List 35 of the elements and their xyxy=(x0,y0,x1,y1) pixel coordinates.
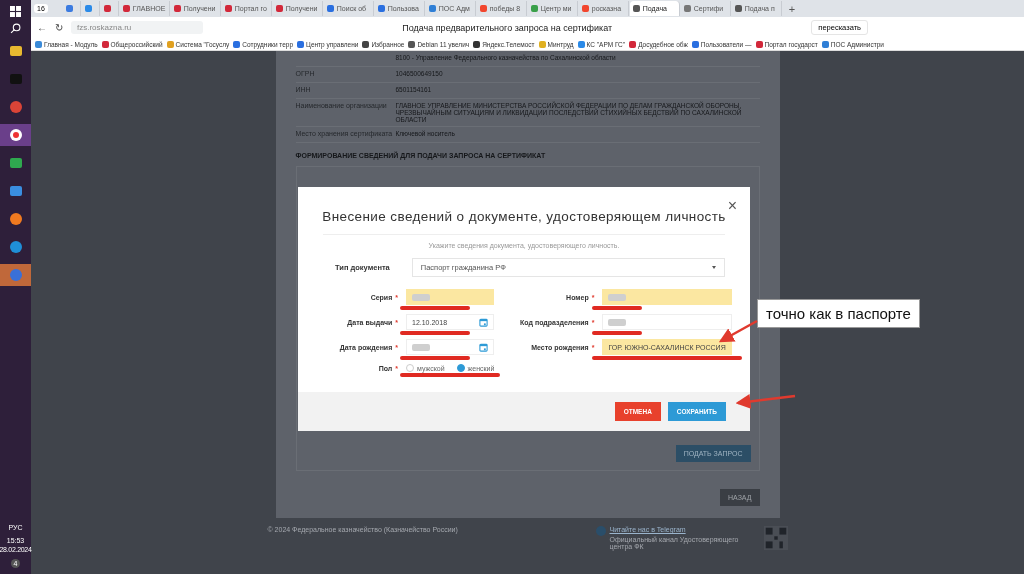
folder-icon xyxy=(8,44,23,58)
highlight-mark xyxy=(400,331,470,335)
start-icon[interactable] xyxy=(10,6,21,17)
dialog-title: Внесение сведений о документе, удостоверяющем личность xyxy=(322,209,726,224)
annotation-arrow xyxy=(718,319,758,343)
app-icon xyxy=(8,100,23,114)
input-field[interactable] xyxy=(406,289,495,305)
calendar-icon[interactable] xyxy=(479,342,489,352)
qr-code-icon xyxy=(763,526,788,550)
input-field[interactable] xyxy=(602,289,732,305)
calendar-icon[interactable] xyxy=(479,317,489,327)
highlight-mark xyxy=(400,356,470,360)
back-button[interactable]: ← xyxy=(37,22,47,33)
reload-button[interactable]: ↻ xyxy=(55,22,63,33)
app-icon xyxy=(8,240,23,254)
app-icon xyxy=(8,128,23,142)
terminal-icon xyxy=(8,72,23,86)
caret-icon xyxy=(712,266,716,269)
close-button[interactable]: × xyxy=(727,197,737,215)
new-tab-button[interactable]: + xyxy=(788,2,796,15)
app-icon xyxy=(8,156,23,170)
highlight-mark xyxy=(592,306,643,310)
telegram-icon xyxy=(595,526,606,536)
taskbar-app[interactable] xyxy=(0,124,31,146)
app-icon xyxy=(8,184,23,198)
input-field[interactable] xyxy=(602,314,732,330)
annotation-callout: точно как в паспорте xyxy=(757,299,920,328)
date-field[interactable] xyxy=(406,339,495,355)
highlight-mark xyxy=(592,331,643,335)
app-icon xyxy=(8,268,23,282)
page-title: Подача предварительного запроса на сертификат xyxy=(401,22,614,33)
highlight-mark xyxy=(400,306,470,310)
search-icon[interactable] xyxy=(10,23,21,34)
annotation-arrow xyxy=(735,394,796,409)
app-icon xyxy=(8,212,23,226)
